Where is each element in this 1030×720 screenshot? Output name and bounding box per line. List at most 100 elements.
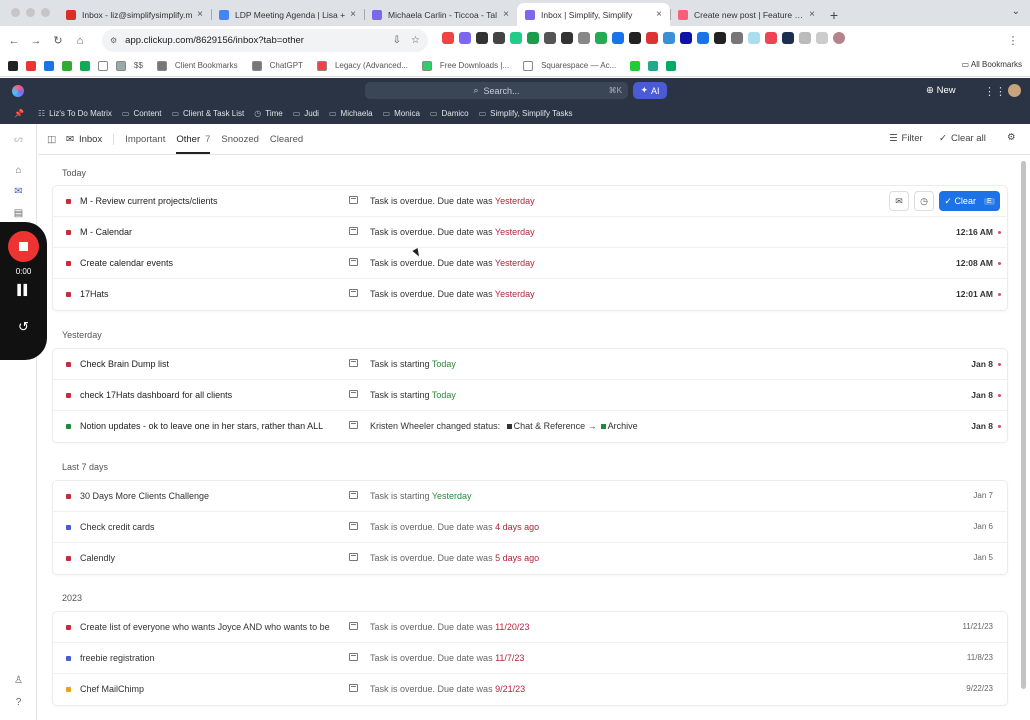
notification-row[interactable]: Calendly Task is overdue. Due date was 5 … (53, 543, 1007, 574)
tab-close-icon[interactable]: × (656, 9, 662, 20)
bookmark-item[interactable]: Free Downloads |... (440, 61, 509, 70)
bookmark-icon[interactable] (116, 60, 126, 71)
extension-icon[interactable] (544, 32, 556, 44)
notification-row[interactable]: M - Review current projects/clients Task … (53, 186, 1007, 217)
bookmark-star-icon[interactable]: ☆ (411, 35, 420, 46)
settings-icon[interactable]: ⚙ (1007, 132, 1016, 143)
extensions-puzzle-icon[interactable] (799, 32, 811, 44)
extension-icon[interactable] (782, 32, 794, 44)
extension-icon[interactable] (612, 32, 624, 44)
snooze-icon[interactable]: ◷ (914, 191, 934, 211)
task-name[interactable]: Create calendar events (80, 258, 336, 268)
extension-icon[interactable] (493, 32, 505, 44)
task-name[interactable]: 17Hats (80, 289, 336, 299)
tab-snoozed[interactable]: Snoozed (221, 134, 259, 145)
inbox-icon[interactable]: ✉ (12, 186, 25, 199)
favorite-item[interactable]: ◷ Time (254, 109, 282, 118)
extension-icon[interactable] (697, 32, 709, 44)
search-input[interactable]: ⌕ Search... ⌘K (365, 82, 628, 99)
favorite-item[interactable]: ☷ Liz's To Do Matrix (38, 109, 112, 118)
bookmark-item[interactable]: ChatGPT (270, 61, 303, 70)
folder-icon[interactable] (98, 60, 108, 71)
mark-unread-icon[interactable]: ✉ (889, 191, 909, 211)
browser-tab[interactable]: Michaela Carlin - Ticcoa - Tal × (364, 3, 517, 26)
favorite-item[interactable]: ▭ Simplify, Simplify Tasks (479, 109, 573, 118)
notification-row[interactable]: M - Calendar Task is overdue. Due date wa… (53, 217, 1007, 248)
tab-close-icon[interactable]: × (809, 9, 815, 20)
favorite-item[interactable]: ▭ Damico (430, 109, 469, 118)
tab-important[interactable]: Important (125, 134, 165, 145)
extension-icon[interactable] (459, 32, 471, 44)
tab-close-icon[interactable]: × (350, 9, 356, 20)
new-tab-button[interactable]: + (823, 3, 845, 26)
close-window-button[interactable] (11, 8, 20, 17)
pin-icon[interactable]: 📌 (14, 109, 28, 118)
notification-row[interactable]: Create calendar events Task is overdue. D… (53, 248, 1007, 279)
bookmark-item[interactable]: Client Bookmarks (175, 61, 238, 70)
scrollbar-thumb[interactable] (1021, 161, 1026, 689)
task-name[interactable]: 30 Days More Clients Challenge (80, 491, 336, 501)
extension-icon[interactable] (663, 32, 675, 44)
task-name[interactable]: Check credit cards (80, 522, 336, 532)
extension-icon[interactable] (629, 32, 641, 44)
notification-row[interactable]: 17Hats Task is overdue. Due date was Yest… (53, 279, 1007, 310)
bookmark-icon[interactable] (648, 60, 659, 71)
clickup-logo-icon[interactable] (12, 85, 24, 97)
task-name[interactable]: freebie registration (80, 653, 336, 663)
forward-icon[interactable]: → (25, 35, 47, 47)
notification-row[interactable]: Create list of everyone who wants Joyce … (53, 612, 1007, 643)
tab-other[interactable]: Other 7 (176, 125, 211, 154)
clear-all-button[interactable]: ✓ Clear all (939, 133, 986, 144)
notification-row[interactable]: Check credit cards Task is overdue. Due d… (53, 512, 1007, 543)
browser-tab[interactable]: Inbox - liz@simplifysimplify.m × (58, 3, 211, 26)
extension-icon[interactable] (510, 32, 522, 44)
home-icon[interactable]: ⌂ (12, 165, 25, 178)
profile-avatar[interactable] (833, 32, 845, 44)
task-name[interactable]: Check Brain Dump list (80, 359, 336, 369)
sidebar-toggle-icon[interactable]: ◫ (47, 134, 56, 145)
minimize-window-button[interactable] (26, 8, 35, 17)
install-app-icon[interactable]: ⇩ (393, 35, 401, 46)
bookmark-item[interactable]: $$ (134, 61, 143, 70)
task-name[interactable]: check 17Hats dashboard for all clients (80, 390, 336, 400)
tab-close-icon[interactable]: × (197, 9, 203, 20)
bookmark-icon[interactable] (44, 60, 54, 71)
clear-button[interactable]: ✓ Clear E (939, 191, 1000, 211)
notification-row[interactable]: Check Brain Dump list Task is starting To… (53, 349, 1007, 380)
extension-icon[interactable] (765, 32, 777, 44)
extension-icon[interactable] (442, 32, 454, 44)
scrollbar[interactable] (1021, 155, 1027, 720)
bookmark-icon[interactable] (156, 60, 167, 71)
favorite-item[interactable]: ▭ Monica (383, 109, 420, 118)
bookmark-icon[interactable] (62, 60, 72, 71)
task-name[interactable]: M - Review current projects/clients (80, 196, 336, 206)
task-name[interactable]: Create list of everyone who wants Joyce … (80, 622, 336, 632)
maximize-window-button[interactable] (41, 8, 50, 17)
help-icon[interactable]: ? (12, 697, 25, 710)
notification-row[interactable]: 30 Days More Clients Challenge Task is st… (53, 481, 1007, 512)
site-info-icon[interactable]: ⚙ (110, 36, 117, 45)
notification-row[interactable]: Chef MailChimp Task is overdue. Due date … (53, 674, 1007, 705)
bookmark-icon[interactable] (316, 60, 327, 71)
inbox-title[interactable]: ✉ Inbox (66, 133, 115, 145)
bookmark-item[interactable]: Squarespace — Ac... (541, 61, 616, 70)
tab-close-icon[interactable]: × (503, 9, 509, 20)
bookmark-icon[interactable] (80, 60, 90, 71)
stop-recording-button[interactable] (8, 231, 39, 262)
bookmark-icon[interactable] (251, 60, 262, 71)
side-panel-icon[interactable] (816, 32, 828, 44)
task-name[interactable]: Calendly (80, 553, 336, 563)
workspace-icon[interactable]: ᔕ (12, 134, 25, 147)
bookmark-icon[interactable] (523, 60, 534, 71)
favorite-item[interactable]: ▭ Content (122, 109, 162, 118)
browser-tab[interactable]: LDP Meeting Agenda | Lisa + × (211, 3, 364, 26)
all-bookmarks-folder[interactable]: ▭ All Bookmarks (962, 60, 1022, 69)
task-name[interactable]: M - Calendar (80, 227, 336, 237)
apps-grid-icon[interactable]: ⋮⋮ (984, 85, 1006, 98)
tab-cleared[interactable]: Cleared (270, 134, 303, 145)
bookmark-item[interactable]: Legacy (Advanced... (335, 61, 408, 70)
user-avatar[interactable] (1008, 84, 1021, 97)
bookmark-icon[interactable] (26, 60, 36, 71)
extension-icon[interactable] (561, 32, 573, 44)
home-icon[interactable]: ⌂ (69, 35, 91, 47)
